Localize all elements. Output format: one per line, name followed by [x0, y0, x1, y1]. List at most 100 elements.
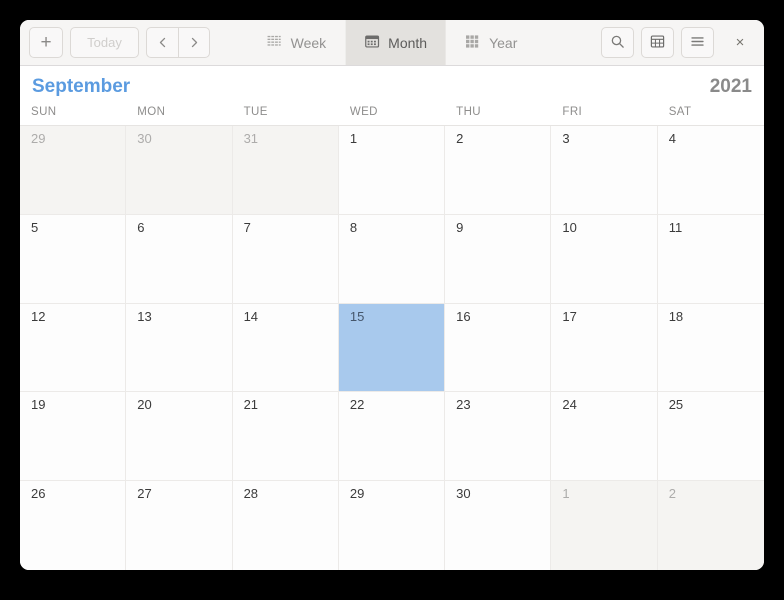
month-label: September	[32, 76, 131, 97]
day-cell[interactable]: 6	[126, 214, 233, 304]
calendar-grid-icon	[650, 34, 665, 52]
month-title-row: September 2021	[20, 66, 764, 102]
day-cell[interactable]: 20	[126, 392, 233, 482]
day-number: 5	[31, 219, 39, 235]
hamburger-menu-icon	[690, 34, 705, 52]
day-cell[interactable]: 19	[20, 392, 127, 482]
day-cell[interactable]: 31	[232, 126, 339, 215]
header-bar: + Today Week Month Year ×	[20, 20, 764, 66]
day-cell[interactable]: 29	[20, 126, 127, 215]
day-cell[interactable]: 11	[657, 214, 764, 304]
day-number: 17	[562, 308, 577, 324]
main-menu-button[interactable]	[681, 27, 714, 58]
day-cell[interactable]: 14	[232, 303, 339, 393]
day-cell[interactable]: 5	[20, 214, 127, 304]
today-button[interactable]: Today	[70, 27, 139, 58]
day-cell[interactable]: 1	[338, 126, 446, 215]
day-cell[interactable]: 30	[126, 126, 233, 215]
navigation-group	[146, 27, 210, 58]
day-number: 29	[31, 131, 46, 146]
weekday-fri: FRI	[562, 106, 583, 118]
weekday-header: SUN MON TUE WED THU FRI SAT	[20, 102, 764, 125]
close-window-button[interactable]: ×	[727, 30, 753, 56]
search-icon	[610, 34, 625, 52]
day-cell[interactable]: 1	[551, 481, 658, 570]
day-number: 11	[668, 219, 683, 235]
day-number: 19	[31, 397, 46, 413]
day-number: 1	[349, 131, 358, 146]
tab-week[interactable]: Week	[248, 20, 346, 65]
year-view-icon	[465, 34, 480, 52]
day-number: 10	[562, 219, 577, 235]
add-event-button[interactable]: +	[29, 27, 63, 58]
weekday-tue: TUE	[243, 106, 268, 118]
day-number: 30	[456, 486, 471, 502]
today-button-label: Today	[87, 35, 122, 50]
day-cell[interactable]: 2	[445, 126, 552, 215]
day-cell[interactable]: 8	[338, 214, 446, 304]
tab-year-label: Year	[489, 34, 518, 51]
day-number: 16	[456, 308, 471, 324]
month-grid: 29 30 31 1 2 3 4 5 6 7 8 9 10 11 12 13 14 15 16 17 18 19 20 21 2…	[20, 125, 764, 570]
day-number: 3	[562, 131, 570, 146]
weekday-mon: MON	[137, 106, 166, 118]
day-number: 1	[562, 486, 570, 502]
weekday-wed: WED	[349, 106, 378, 118]
weekday-sat: SAT	[668, 106, 692, 118]
day-cell[interactable]: 7	[232, 214, 339, 304]
day-cell[interactable]: 4	[657, 126, 764, 215]
day-cell[interactable]: 13	[126, 303, 233, 393]
day-cell[interactable]: 25	[657, 392, 764, 482]
day-cell[interactable]: 3	[551, 126, 658, 215]
weekday-thu: THU	[456, 106, 481, 118]
day-cell[interactable]: 27	[126, 481, 233, 570]
day-number: 12	[31, 308, 46, 324]
tab-month[interactable]: Month	[345, 20, 447, 65]
next-month-button[interactable]	[178, 27, 210, 58]
day-cell[interactable]: 26	[20, 481, 127, 570]
week-view-icon	[267, 34, 282, 52]
day-number: 24	[562, 397, 577, 413]
day-cell[interactable]: 17	[551, 303, 658, 393]
day-number: 6	[137, 219, 145, 235]
chevron-left-icon	[156, 36, 169, 49]
day-number: 4	[668, 131, 676, 146]
calendar-window: + Today Week Month Year × September 2021…	[20, 20, 764, 570]
day-number: 13	[137, 308, 152, 324]
previous-month-button[interactable]	[146, 27, 178, 58]
calendars-button[interactable]	[641, 27, 674, 58]
day-cell[interactable]: 29	[338, 481, 446, 570]
day-number: 7	[243, 219, 251, 235]
view-switcher: Week Month Year	[248, 20, 537, 65]
day-cell[interactable]: 18	[657, 303, 764, 393]
day-cell[interactable]: 9	[445, 214, 552, 304]
tab-week-label: Week	[290, 34, 327, 51]
month-view-icon	[364, 34, 379, 52]
header-right-group: ×	[601, 27, 755, 58]
day-cell[interactable]: 2	[657, 481, 764, 570]
day-number: 31	[243, 131, 259, 146]
day-cell[interactable]: 16	[445, 303, 552, 393]
day-number: 30	[137, 131, 152, 146]
year-label: 2021	[709, 76, 752, 97]
day-cell[interactable]: 30	[445, 481, 552, 570]
day-cell[interactable]: 10	[551, 214, 658, 304]
day-cell[interactable]: 12	[20, 303, 127, 393]
day-cell[interactable]: 28	[232, 481, 339, 570]
header-left-group: + Today	[29, 27, 210, 58]
day-number: 25	[668, 397, 684, 413]
day-cell[interactable]: 24	[551, 392, 658, 482]
close-icon: ×	[735, 34, 745, 51]
day-cell[interactable]: 22	[338, 392, 446, 482]
day-cell[interactable]: 23	[445, 392, 552, 482]
day-cell[interactable]: 15	[338, 303, 446, 393]
tab-year[interactable]: Year	[446, 20, 536, 65]
day-number: 21	[243, 397, 259, 413]
day-number: 15	[349, 308, 365, 324]
tab-month-label: Month	[388, 34, 428, 51]
plus-icon: +	[40, 32, 52, 53]
day-cell[interactable]: 21	[232, 392, 339, 482]
chevron-right-icon	[188, 36, 201, 49]
weekday-sun: SUN	[31, 106, 57, 118]
search-button[interactable]	[601, 27, 634, 58]
